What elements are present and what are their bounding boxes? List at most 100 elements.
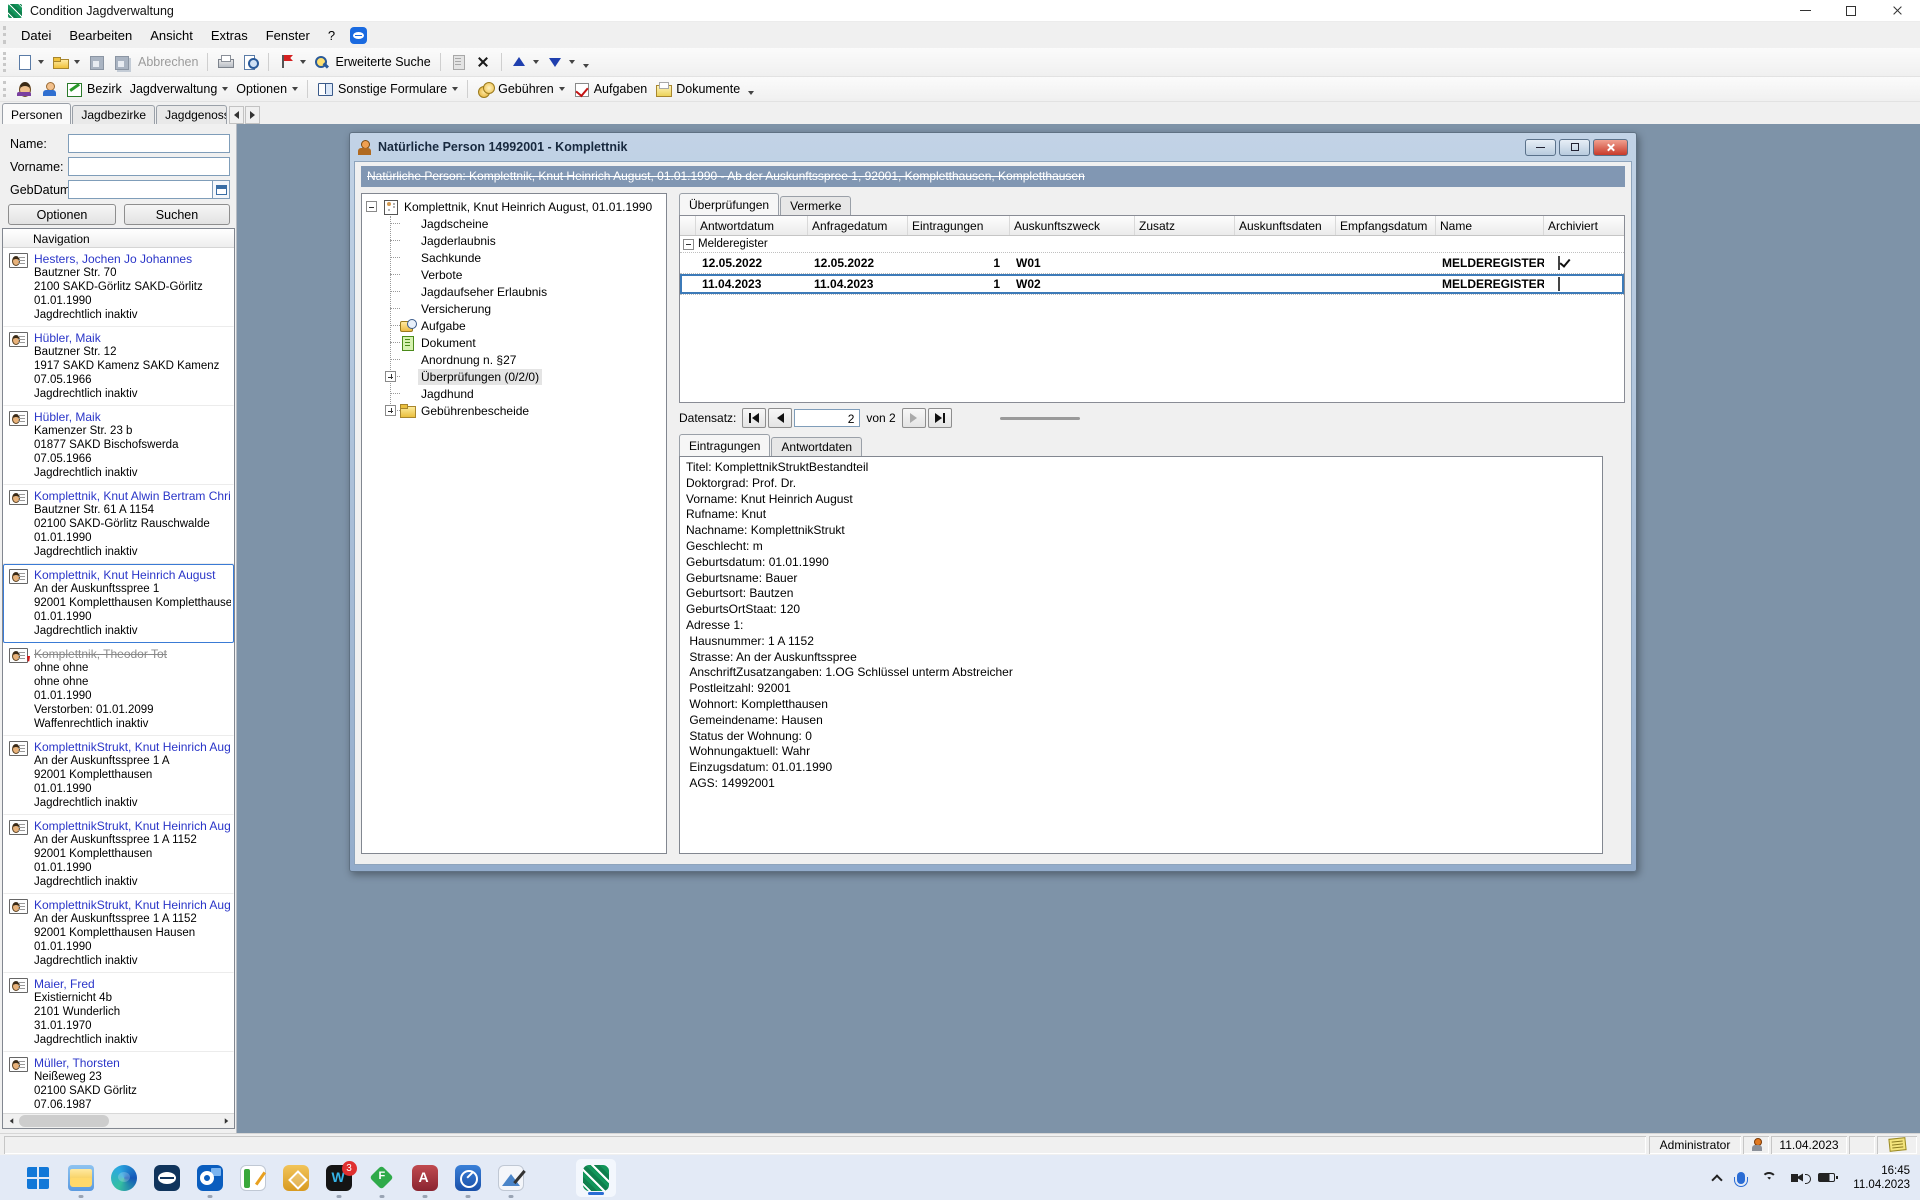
tree-item[interactable]: Dokument	[362, 334, 666, 351]
calendar-button[interactable]	[212, 180, 230, 199]
toolbar-save-icon[interactable]	[84, 52, 109, 72]
battery-icon[interactable]	[1818, 1173, 1835, 1182]
tree-item[interactable]: Jagdaufseher Erlaubnis	[362, 283, 666, 300]
taskbar-slot-webex-icon[interactable]: 3	[317, 1155, 360, 1200]
child-close-button[interactable]	[1593, 139, 1628, 156]
toolbar-overflow-button[interactable]	[583, 53, 593, 71]
gebdatum-input[interactable]	[68, 180, 230, 199]
suchen-button[interactable]: Suchen	[124, 204, 230, 225]
column-header-anfragedatum[interactable]: Anfragedatum	[808, 216, 908, 235]
list-item[interactable]: Hübler, MaikBautzner Str. 121917 SAKD Ka…	[3, 327, 234, 406]
taskbar-slot-access-icon[interactable]	[403, 1155, 446, 1200]
list-item[interactable]: Komplettnik, Knut Heinrich AugustAn der …	[3, 564, 234, 643]
tab-jagdgenossen[interactable]: Jagdgenossen	[156, 105, 227, 124]
tab-überprüfungen[interactable]: Überprüfungen	[679, 193, 779, 215]
formbar-optionen[interactable]: Optionen	[232, 80, 302, 98]
toolbar-print-icon[interactable]	[213, 52, 238, 72]
taskbar-slot-edge-icon[interactable]	[102, 1155, 145, 1200]
tab-vermerke[interactable]: Vermerke	[780, 196, 851, 215]
tree-item[interactable]: Überprüfungen (0/2/0)	[362, 368, 666, 385]
formbar-person-icon[interactable]	[37, 79, 62, 99]
tab-antwortdaten[interactable]: Antwortdaten	[771, 437, 862, 456]
tray-clock[interactable]: 16:45 11.04.2023	[1853, 1164, 1910, 1192]
toolbar-new-document-icon[interactable]	[12, 52, 48, 72]
formbar-overflow-button[interactable]	[748, 80, 758, 98]
formbar-jagdverwaltung[interactable]: Jagdverwaltung	[126, 80, 233, 98]
menu-item-datei[interactable]: Datei	[12, 25, 60, 46]
taskbar-slot-outlook-icon[interactable]	[188, 1155, 231, 1200]
wifi-icon[interactable]	[1761, 1172, 1777, 1184]
tree-item[interactable]: Jagderlaubnis	[362, 232, 666, 249]
child-maximize-button[interactable]	[1559, 139, 1590, 156]
scrollbar-thumb[interactable]	[19, 1115, 109, 1127]
toolbar-open-folder-icon[interactable]	[48, 52, 84, 72]
tree-expand-icon[interactable]	[366, 201, 377, 212]
optionen-button[interactable]: Optionen	[8, 204, 116, 225]
record-next-button[interactable]	[902, 408, 926, 428]
column-header-auskunftsdaten[interactable]: Auskunftsdaten	[1235, 216, 1336, 235]
record-last-button[interactable]	[928, 408, 952, 428]
toolbar-grip[interactable]	[3, 52, 6, 72]
tab-eintragungen[interactable]: Eintragungen	[679, 434, 770, 456]
list-item[interactable]: KomplettnikStrukt, Knut Heinrich AuguAn …	[3, 815, 234, 894]
person-window-titlebar[interactable]: Natürliche Person 14992001 - Komplettnik	[350, 133, 1636, 161]
child-minimize-button[interactable]	[1525, 139, 1556, 156]
formbar-district-icon[interactable]: Bezirk	[62, 79, 126, 99]
microphone-icon[interactable]	[1737, 1172, 1745, 1184]
taskbar-slot-journal-icon[interactable]	[231, 1155, 274, 1200]
column-header-auskunftszweck[interactable]: Auskunftszweck	[1010, 216, 1135, 235]
table-group-row[interactable]: Melderegister	[680, 236, 1624, 253]
scroll-left-button[interactable]	[3, 1114, 19, 1128]
toolbar-arrow-up-icon[interactable]	[507, 52, 543, 72]
tray-chevron-up-icon[interactable]	[1712, 1174, 1723, 1185]
formbar-person-search-icon[interactable]	[12, 79, 37, 99]
list-item[interactable]: Müller, ThorstenNeißeweg 2302100 SAKD Gö…	[3, 1052, 234, 1113]
splitter-handle[interactable]	[1000, 417, 1080, 420]
list-item[interactable]: Maier, FredExistiernicht 4b2101 Wunderli…	[3, 973, 234, 1052]
toolbar-save-all-icon[interactable]	[109, 52, 134, 72]
tree-item[interactable]: Aufgabe	[362, 317, 666, 334]
toolbar-print-preview-icon[interactable]	[238, 52, 263, 72]
toolbar-properties-icon[interactable]	[446, 52, 471, 72]
name-input[interactable]	[68, 134, 230, 153]
tree-expand-icon[interactable]	[385, 405, 396, 416]
archiviert-checkbox[interactable]	[1558, 256, 1560, 270]
menu-item-extras[interactable]: Extras	[202, 25, 257, 46]
column-header-antwortdatum[interactable]: Antwortdatum	[696, 216, 808, 235]
column-header-name[interactable]: Name	[1436, 216, 1544, 235]
taskbar-slot-start-icon[interactable]	[16, 1155, 59, 1200]
column-header-eintragungen[interactable]: Eintragungen	[908, 216, 1010, 235]
table-row[interactable]: 11.04.202311.04.20231W02MELDEREGISTER	[680, 274, 1624, 295]
toolbar-delete-icon[interactable]	[471, 52, 496, 72]
record-first-button[interactable]	[742, 408, 766, 428]
toolbar-advanced-search-icon[interactable]: Erweiterte Suche	[310, 52, 434, 72]
tree-item[interactable]: Jagdscheine	[362, 215, 666, 232]
navigation-hscrollbar[interactable]	[3, 1113, 234, 1128]
tree-item[interactable]: Versicherung	[362, 300, 666, 317]
vorname-input[interactable]	[68, 157, 230, 176]
menu-item-ansicht[interactable]: Ansicht	[141, 25, 202, 46]
record-number-field[interactable]: 2	[794, 409, 860, 427]
tree-item[interactable]: Sachkunde	[362, 249, 666, 266]
table-row[interactable]: 12.05.202212.05.20221W01MELDEREGISTER	[680, 253, 1624, 274]
entry-detail-textbox[interactable]: Titel: KomplettnikStruktBestandteil Dokt…	[679, 456, 1603, 854]
scroll-right-button[interactable]	[218, 1114, 234, 1128]
taskbar-slot-condition-icon[interactable]	[576, 1159, 616, 1197]
tree-item[interactable]: Komplettnik, Knut Heinrich August, 01.01…	[362, 198, 666, 215]
toolbar-grip[interactable]	[3, 26, 6, 44]
column-header-archiviert[interactable]: Archiviert	[1544, 216, 1621, 235]
minimize-button[interactable]	[1782, 0, 1828, 21]
tree-item[interactable]: Verbote	[362, 266, 666, 283]
formbar-documents-icon[interactable]: Dokumente	[651, 79, 744, 99]
toolbar-arrow-down-icon[interactable]	[543, 52, 579, 72]
taskbar-slot-teamviewer-icon[interactable]	[145, 1155, 188, 1200]
column-header-empfangsdatum[interactable]: Empfangsdatum	[1336, 216, 1436, 235]
tree-item[interactable]: Gebührenbescheide	[362, 402, 666, 419]
formbar-fees-icon[interactable]: Gebühren	[473, 79, 569, 99]
taskbar-slot-quality-green-icon[interactable]	[360, 1155, 403, 1200]
tab-scroll-left-button[interactable]	[229, 106, 244, 124]
column-header-zusatz[interactable]: Zusatz	[1135, 216, 1235, 235]
taskbar-slot-photo-editor-icon[interactable]	[489, 1155, 532, 1200]
speaker-icon[interactable]	[1791, 1174, 1798, 1182]
statusbar-notes-cell[interactable]	[1877, 1136, 1917, 1154]
